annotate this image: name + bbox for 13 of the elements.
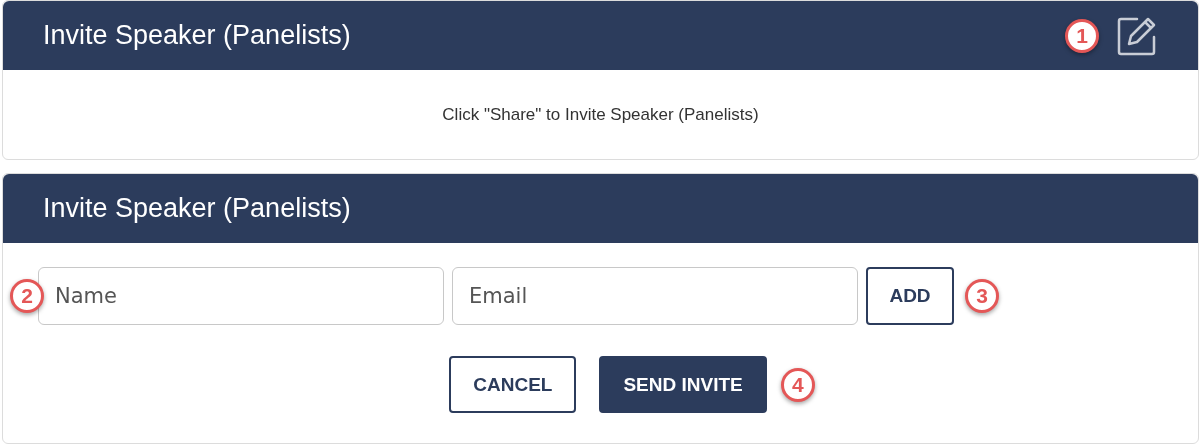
text-field[interactable]: Email (452, 267, 858, 325)
callout-number: 3 (965, 279, 999, 313)
callout-number: 4 (780, 367, 815, 402)
instruction-text: Click "Share" to Invite Speaker (Panelists) (442, 104, 759, 125)
cancel-button[interactable]: CANCEL (449, 356, 577, 413)
panel-title: Invite Speaker (Panelists) (43, 20, 351, 51)
callout-number: 1 (1065, 18, 1099, 53)
callout-number: 2 (10, 279, 44, 313)
text-field[interactable]: Name (38, 267, 444, 325)
edit-icon[interactable] (1117, 15, 1157, 56)
panel-title: Invite Speaker (Panelists) (43, 193, 351, 224)
add-button[interactable]: ADD (866, 267, 954, 325)
send-button[interactable]: SEND INVITE (599, 356, 767, 413)
